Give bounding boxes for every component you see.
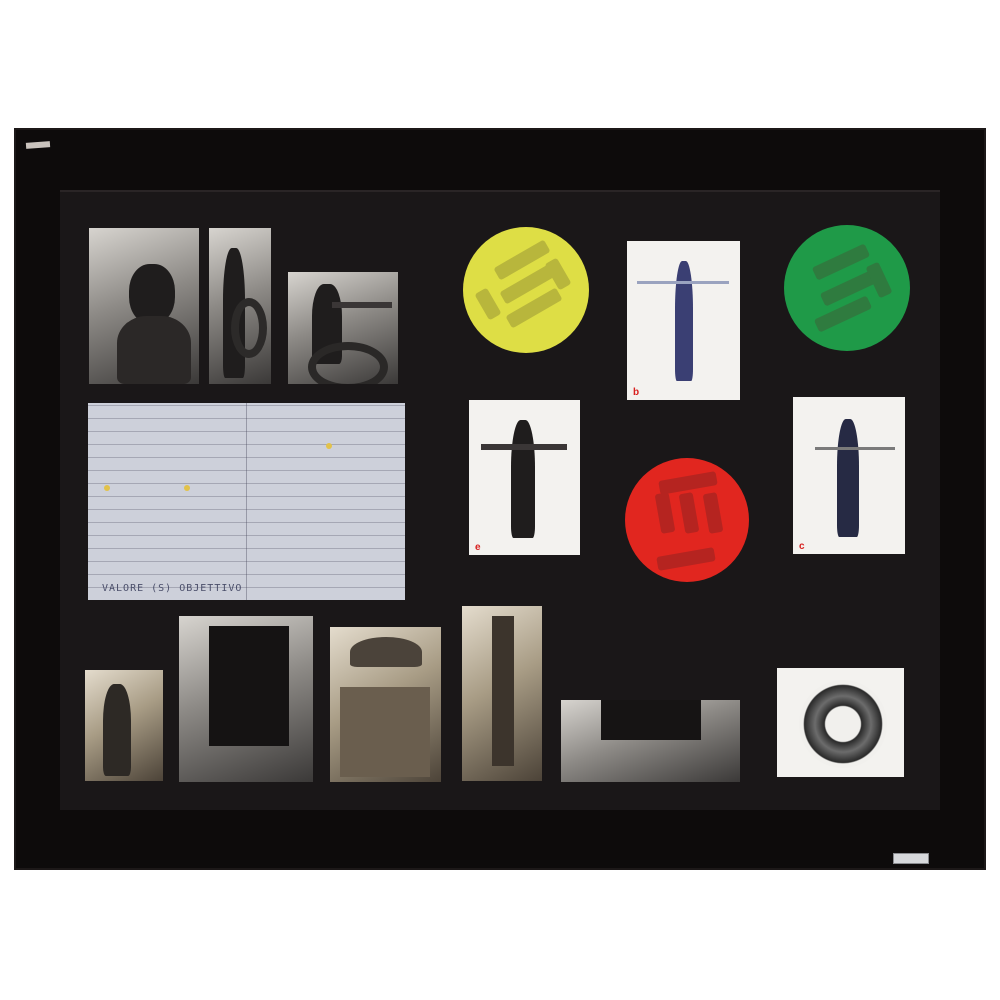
drawing-figure-c: c [793,397,905,554]
frame-plaque [893,853,929,864]
photo-figure-e: e [469,400,580,555]
panel-letter-c: c [799,541,805,552]
photo-fragment-3 [330,627,441,782]
collage-panel: VALORE (S) OBJETTIVO b e c [66,196,934,802]
tyre-ring [799,680,887,768]
red-disc [625,458,749,582]
photo-fragment-2 [179,616,313,782]
handwritten-note-sheet: VALORE (S) OBJETTIVO [88,403,405,600]
panel-letter-b: b [633,387,640,398]
drawing-figure-b: b [627,241,740,400]
note-caption: VALORE (S) OBJETTIVO [102,583,243,594]
photo-man-pointing [288,272,398,384]
photo-man-with-tyre [209,228,271,384]
photo-fragment-4 [462,606,542,781]
panel-letter-e: e [475,542,481,553]
photo-tyre [777,668,904,777]
green-disc [784,225,910,351]
photo-man-at-desk [89,228,199,384]
photo-fragment-5 [561,700,740,782]
photo-fragment-1 [85,670,163,781]
yellow-disc [463,227,589,353]
